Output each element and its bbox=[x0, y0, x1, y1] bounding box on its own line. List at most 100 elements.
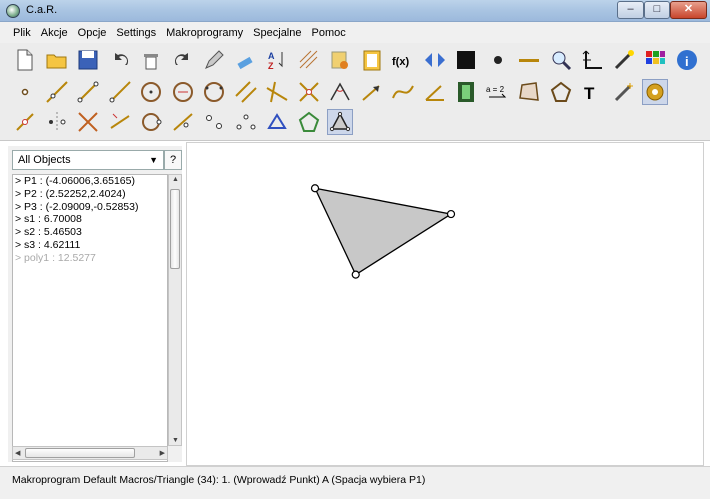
delete-tool-button[interactable] bbox=[138, 47, 164, 73]
polygon-icon bbox=[550, 81, 571, 102]
redo-tool-button[interactable] bbox=[170, 47, 196, 73]
zoom-tool-button[interactable] bbox=[548, 47, 574, 73]
object-list-item[interactable]: > poly1 : 12.5277 bbox=[13, 252, 167, 265]
quadrilateral-tool-button[interactable] bbox=[516, 79, 542, 105]
info-tool-button[interactable]: i bbox=[674, 47, 700, 73]
curve-tool-button[interactable] bbox=[390, 79, 416, 105]
polygon-tool-button[interactable] bbox=[548, 79, 574, 105]
edit-tool-button[interactable] bbox=[201, 47, 227, 73]
clipboard-icon bbox=[363, 50, 380, 71]
circle-3-icon bbox=[204, 82, 224, 102]
macro-run-tool-button[interactable] bbox=[327, 47, 353, 73]
horizontal-scrollbar[interactable]: ◀ ▶ bbox=[12, 446, 168, 460]
tool-magic-tool-button[interactable] bbox=[611, 79, 637, 105]
cross-lines-tool-button[interactable] bbox=[75, 109, 101, 135]
function-icon: f(x) bbox=[392, 56, 409, 68]
close-button[interactable]: ✕ bbox=[670, 1, 707, 19]
menu-pomoc[interactable]: Pomoc bbox=[307, 27, 351, 39]
intersection-tool-button[interactable] bbox=[296, 79, 322, 105]
color-grid-tool-button[interactable] bbox=[642, 47, 668, 73]
menu-plik[interactable]: Plik bbox=[8, 27, 36, 39]
construction-canvas[interactable] bbox=[186, 142, 704, 466]
object-filter-select[interactable]: All Objects ▼ bbox=[12, 150, 164, 170]
status-text: Makroprogram Default Macros/Triangle (34… bbox=[12, 474, 426, 486]
settings-gear-tool-button[interactable] bbox=[642, 79, 668, 105]
open-file-tool-button[interactable] bbox=[44, 47, 70, 73]
triangle-tool-tool-button[interactable] bbox=[264, 109, 290, 135]
object-list-item[interactable]: > P1 : (-4.06006,3.65165) bbox=[13, 175, 167, 188]
play-both-tool-button[interactable] bbox=[422, 47, 448, 73]
menu-specjalne[interactable]: Specjalne bbox=[248, 27, 306, 39]
points-3-tool-button[interactable] bbox=[233, 109, 259, 135]
point-p2[interactable] bbox=[446, 209, 456, 219]
segment-tool-button[interactable] bbox=[75, 79, 101, 105]
wipe-tool-button[interactable] bbox=[233, 47, 259, 73]
object-list-item[interactable]: > s2 : 5.46503 bbox=[13, 226, 167, 239]
circle-fixed-tool-button[interactable] bbox=[170, 79, 196, 105]
maximize-button[interactable]: □ bbox=[644, 1, 670, 19]
svg-text:f(x): f(x) bbox=[392, 56, 409, 68]
line-point-tool-button[interactable] bbox=[170, 109, 196, 135]
sort-az-tool-button[interactable]: AZ bbox=[264, 47, 290, 73]
expression-tool-button[interactable]: a = 2 bbox=[485, 79, 511, 105]
svg-text:A: A bbox=[268, 51, 275, 61]
black-square-tool-button[interactable] bbox=[453, 47, 479, 73]
object-sidebar: All Objects ▼ ? > P1 : (-4.06006,3.65165… bbox=[8, 146, 182, 462]
wand-tool-button[interactable] bbox=[611, 47, 637, 73]
circle-3-tool-button[interactable] bbox=[201, 79, 227, 105]
minimize-button[interactable]: – bbox=[617, 1, 644, 19]
midpoint-tool-button[interactable] bbox=[12, 109, 38, 135]
line-dash-tool-button[interactable] bbox=[516, 47, 542, 73]
point-tool-button[interactable] bbox=[12, 79, 38, 105]
circle-tool-button[interactable] bbox=[138, 79, 164, 105]
menu-makroprogramy[interactable]: Makroprogramy bbox=[161, 27, 248, 39]
scroll-down-icon[interactable]: ▼ bbox=[172, 437, 179, 444]
fixed-angle-tool-button[interactable] bbox=[422, 79, 448, 105]
point-dot-tool-button[interactable] bbox=[485, 47, 511, 73]
menu-settings[interactable]: Settings bbox=[111, 27, 161, 39]
object-list[interactable]: > P1 : (-4.06006,3.65165) > P2 : (2.52252… bbox=[12, 174, 168, 462]
triangle-polygon[interactable] bbox=[313, 187, 453, 276]
film-tool-button[interactable] bbox=[453, 79, 479, 105]
menu-opcje[interactable]: Opcje bbox=[73, 27, 112, 39]
scroll-left-icon[interactable]: ◀ bbox=[15, 449, 20, 457]
horizontal-scroll-thumb[interactable] bbox=[25, 448, 135, 458]
scroll-right-icon[interactable]: ▶ bbox=[160, 449, 165, 457]
undo-tool-button[interactable] bbox=[107, 47, 133, 73]
line-2-tool-button[interactable] bbox=[107, 109, 133, 135]
object-list-item[interactable]: > P3 : (-2.09009,-0.52853) bbox=[13, 201, 167, 214]
scroll-up-icon[interactable]: ▲ bbox=[172, 176, 179, 183]
angle-tool-button[interactable] bbox=[327, 79, 353, 105]
svg-text:Z: Z bbox=[268, 61, 274, 71]
new-file-tool-button[interactable] bbox=[12, 47, 38, 73]
perpendicular-tool-button[interactable] bbox=[264, 79, 290, 105]
points-2-tool-button[interactable] bbox=[201, 109, 227, 135]
function-tool-button[interactable]: f(x) bbox=[390, 47, 416, 73]
vertical-scrollbar[interactable]: ▲ ▼ bbox=[168, 174, 182, 446]
grid-tool-button[interactable] bbox=[296, 47, 322, 73]
clipboard-tool-button[interactable] bbox=[359, 47, 385, 73]
text-tool-button[interactable]: T bbox=[579, 79, 605, 105]
object-list-item[interactable]: > s3 : 4.62111 bbox=[13, 239, 167, 252]
ray-tool-button[interactable] bbox=[107, 79, 133, 105]
mirror-tool-button[interactable] bbox=[44, 109, 70, 135]
save-file-tool-button[interactable] bbox=[75, 47, 101, 73]
line-through-tool-button[interactable] bbox=[44, 79, 70, 105]
vector-tool-button[interactable] bbox=[359, 79, 385, 105]
parallel-tool-button[interactable] bbox=[233, 79, 259, 105]
pentagon-tool-button[interactable] bbox=[296, 109, 322, 135]
circle-icon bbox=[141, 82, 161, 102]
toolbar: A Zf(x) i a = 2T bbox=[0, 43, 710, 141]
object-list-item[interactable]: > s1 : 6.70008 bbox=[13, 213, 167, 226]
vertical-scroll-thumb[interactable] bbox=[170, 189, 180, 269]
circle-point-tool-button[interactable] bbox=[138, 109, 164, 135]
menu-akcje[interactable]: Akcje bbox=[36, 27, 73, 39]
axes-tool-button[interactable] bbox=[579, 47, 605, 73]
help-button[interactable]: ? bbox=[164, 150, 182, 170]
point-p1[interactable] bbox=[310, 184, 320, 193]
object-list-item[interactable]: > P2 : (2.52252,2.4024) bbox=[13, 188, 167, 201]
point-p3[interactable] bbox=[351, 270, 360, 279]
expression-icon: a = 2 bbox=[486, 85, 506, 98]
triangle-polygon-tool-button[interactable] bbox=[327, 109, 353, 135]
object-filter-value: All Objects bbox=[18, 154, 71, 166]
